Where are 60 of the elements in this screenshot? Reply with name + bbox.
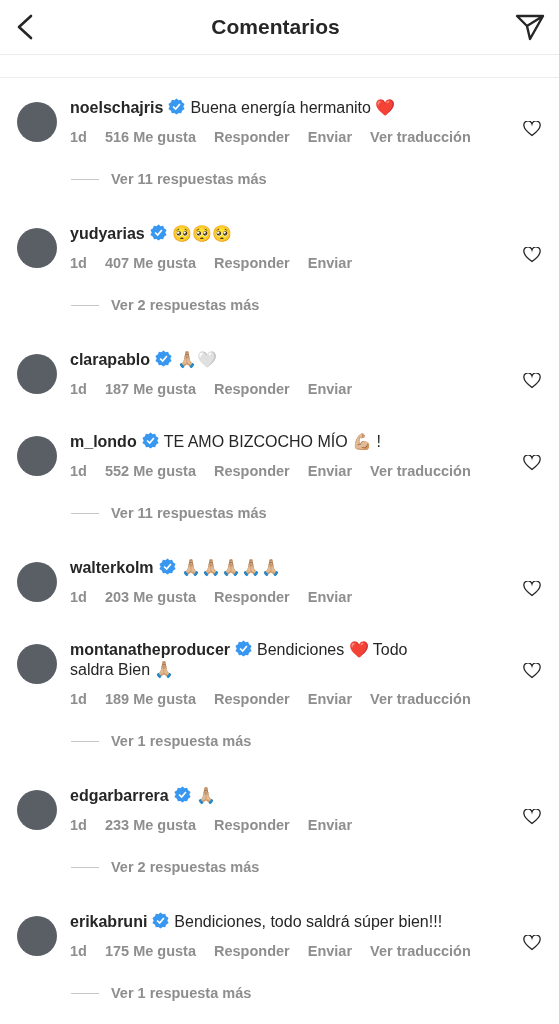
likes-count-link[interactable]: 187 Me gusta: [104, 379, 196, 399]
comment-text: yudyarias 🥺🥺🥺: [70, 224, 233, 244]
view-replies-link[interactable]: Ver 11 respuestas más: [111, 503, 267, 523]
reply-link[interactable]: Responder: [214, 379, 290, 399]
comment-text: walterkolm 🙏🏼🙏🏼🙏🏼🙏🏼🙏🏼: [70, 558, 282, 578]
send-link[interactable]: Enviar: [307, 815, 353, 835]
comment-time: 1d: [70, 128, 87, 147]
reply-link[interactable]: Responder: [214, 587, 290, 607]
view-replies-link[interactable]: Ver 2 respuestas más: [111, 295, 260, 315]
reply-link[interactable]: Responder: [214, 253, 290, 273]
avatar-photo-placeholder[interactable]: [17, 102, 57, 142]
send-icon[interactable]: [515, 13, 545, 41]
comment-time: 1d: [70, 380, 87, 399]
view-replies-link[interactable]: Ver 2 respuestas más: [111, 857, 260, 877]
comment-text: clarapablo 🙏🏼🤍: [70, 350, 219, 370]
avatar-photo-placeholder[interactable]: [17, 562, 57, 602]
comment-text: montanatheproducer Bendiciones ❤ Todo saldra Bien 🙏🏼: [70, 640, 409, 680]
likes-count-link[interactable]: 233 Me gusta: [104, 815, 196, 835]
send-link[interactable]: Enviar: [307, 379, 353, 399]
comment-time: 1d: [70, 588, 87, 607]
translate-link[interactable]: Ver traducción: [370, 689, 471, 709]
likes-count-link[interactable]: 552 Me gusta: [104, 461, 196, 481]
page-title: Comentarios: [211, 14, 340, 41]
comment-text: erikabruni Bendiciones, todo saldrá súper bien!!!: [70, 912, 444, 932]
comment-time: 1d: [70, 462, 87, 481]
avatar-photo-placeholder[interactable]: [17, 228, 57, 268]
reply-link[interactable]: Responder: [214, 689, 290, 709]
send-link[interactable]: Enviar: [307, 461, 353, 481]
reply-link[interactable]: Responder: [214, 461, 290, 481]
reply-link[interactable]: Responder: [214, 941, 290, 961]
likes-count-link[interactable]: 203 Me gusta: [104, 587, 196, 607]
view-replies-link[interactable]: Ver 1 respuesta más: [111, 983, 252, 1003]
comment-text: edgarbarrera 🙏🏼: [70, 786, 217, 806]
translate-link[interactable]: Ver traducción: [370, 127, 471, 147]
send-link[interactable]: Enviar: [307, 587, 353, 607]
likes-count-link[interactable]: 189 Me gusta: [104, 689, 196, 709]
reply-link[interactable]: Responder: [214, 815, 290, 835]
likes-count-link[interactable]: 516 Me gusta: [104, 127, 196, 147]
comment-time: 1d: [70, 254, 87, 273]
comment-text: m_londo TE AMO BIZCOCHO MÍO 💪🏼 !: [70, 432, 382, 452]
view-replies-link[interactable]: Ver 1 respuesta más: [111, 731, 252, 751]
comment-text: noelschajris Buena energía hermanito ❤: [70, 98, 397, 118]
reply-link[interactable]: Responder: [214, 127, 290, 147]
avatar-photo-placeholder[interactable]: [17, 436, 57, 476]
view-replies-link[interactable]: Ver 11 respuestas más: [111, 169, 267, 189]
avatar-photo-placeholder[interactable]: [17, 644, 57, 684]
send-link[interactable]: Enviar: [307, 127, 353, 147]
send-link[interactable]: Enviar: [307, 689, 353, 709]
likes-count-link[interactable]: 175 Me gusta: [104, 941, 196, 961]
comment-time: 1d: [70, 816, 87, 835]
avatar-photo-placeholder[interactable]: [17, 916, 57, 956]
avatar-photo-placeholder[interactable]: [17, 790, 57, 830]
avatar-photo-placeholder[interactable]: [17, 354, 57, 394]
comment-time: 1d: [70, 690, 87, 709]
likes-count-link[interactable]: 407 Me gusta: [104, 253, 196, 273]
comment-time: 1d: [70, 942, 87, 961]
translate-link[interactable]: Ver traducción: [370, 461, 471, 481]
send-link[interactable]: Enviar: [307, 253, 353, 273]
send-link[interactable]: Enviar: [307, 941, 353, 961]
translate-link[interactable]: Ver traducción: [370, 941, 471, 961]
